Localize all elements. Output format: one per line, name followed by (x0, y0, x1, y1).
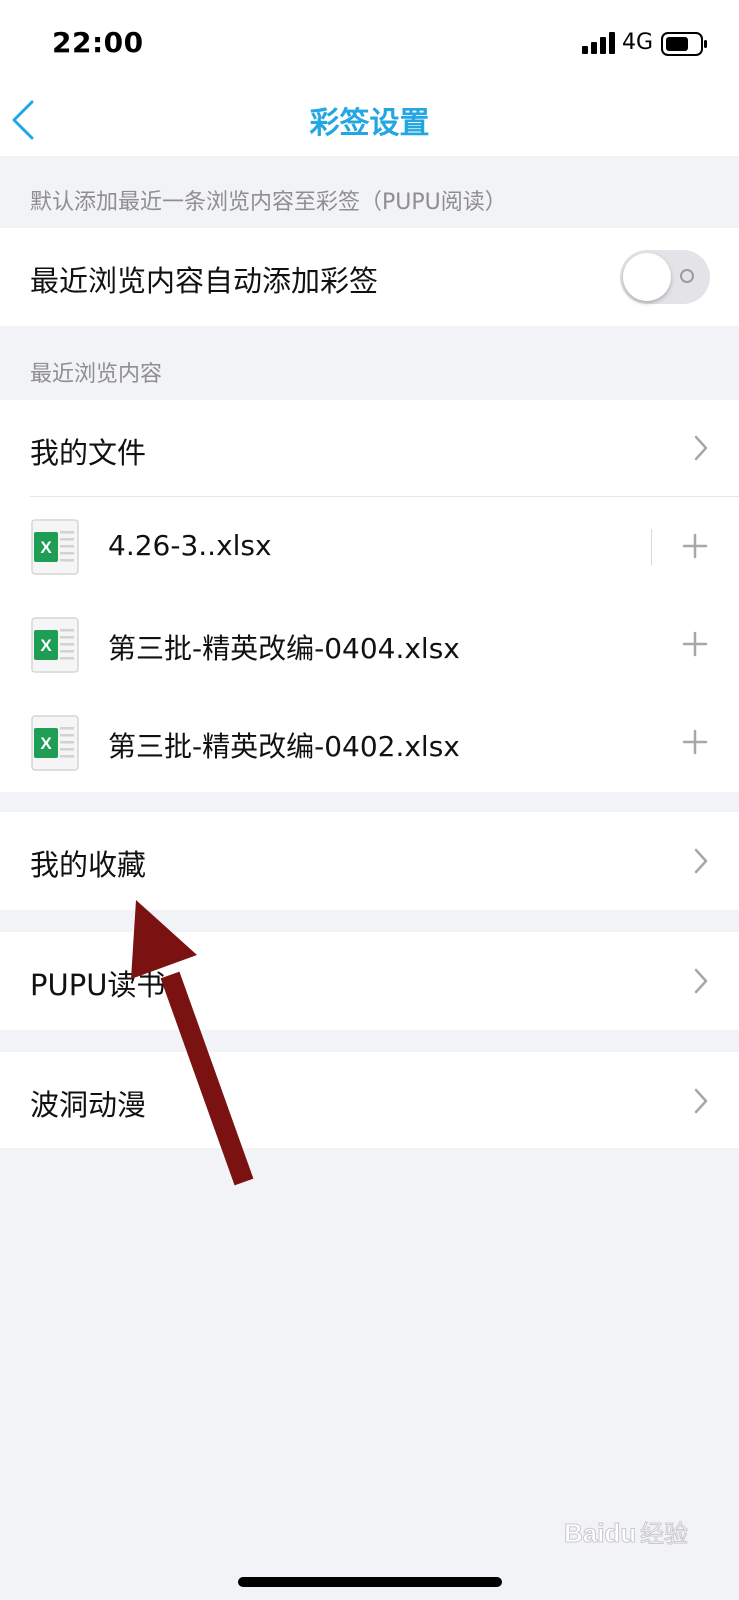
recent-caption: 最近浏览内容 (30, 362, 163, 387)
auto-add-cell: 最近浏览内容自动添加彩签 (0, 228, 739, 326)
bodong-anime-label: 波洞动漫 (30, 1088, 147, 1122)
my-files-row[interactable]: 我的文件 (0, 400, 739, 496)
plus-icon[interactable] (680, 629, 710, 659)
bodong-anime-row[interactable]: 波洞动漫 (0, 1052, 739, 1148)
svg-text:Baidu: Baidu (564, 1518, 636, 1548)
svg-text:X: X (40, 734, 52, 753)
battery-icon (661, 32, 707, 56)
svg-text:经验: 经验 (640, 1520, 688, 1548)
auto-add-caption: 默认添加最近一条浏览内容至彩签（PUPU阅读） (30, 190, 507, 215)
plus-icon[interactable] (680, 727, 710, 757)
toggle-knob (623, 253, 671, 301)
status-time: 22:00 (52, 26, 144, 59)
toggle-off-indicator (680, 269, 694, 283)
excel-file-icon: X (31, 519, 79, 575)
file-row[interactable]: X 第三批-精英改编-0402.xlsx (0, 693, 739, 791)
my-files-label: 我的文件 (30, 436, 147, 470)
pupu-reading-row[interactable]: PUPU读书 (0, 932, 739, 1030)
my-favorites-row[interactable]: 我的收藏 (0, 812, 739, 910)
file-row[interactable]: X 第三批-精英改编-0404.xlsx (0, 595, 739, 693)
network-label: 4G (622, 30, 654, 55)
file-name: 第三批-精英改编-0402.xlsx (108, 730, 460, 763)
my-favorites-label: 我的收藏 (30, 848, 147, 882)
chevron-right-icon (694, 968, 708, 994)
excel-file-icon: X (31, 715, 79, 771)
signal-icon (582, 32, 615, 54)
excel-file-icon: X (31, 617, 79, 673)
file-name: 第三批-精英改编-0404.xlsx (108, 632, 460, 665)
auto-add-label: 最近浏览内容自动添加彩签 (30, 264, 379, 298)
file-row[interactable]: X 4.26-3..xlsx (0, 497, 739, 595)
page-title: 彩签设置 (309, 106, 430, 141)
my-files-group: 我的文件 X 4.26-3..xlsx X 第三批-精英改编-0404.xlsx… (0, 400, 739, 792)
watermark-logo: Baidu 经验 (564, 1518, 689, 1549)
pupu-reading-label: PUPU读书 (30, 968, 166, 1002)
auto-add-toggle[interactable] (620, 250, 710, 304)
svg-text:X: X (40, 636, 52, 655)
nav-bar: 彩签设置 (0, 84, 739, 156)
file-name: 4.26-3..xlsx (108, 529, 272, 562)
svg-text:X: X (40, 538, 52, 557)
home-indicator (238, 1577, 502, 1587)
chevron-right-icon (694, 1088, 708, 1114)
row-separator (651, 529, 652, 565)
chevron-right-icon (694, 435, 708, 461)
status-bar: 22:00 4G (0, 0, 739, 84)
chevron-right-icon (694, 848, 708, 874)
plus-icon[interactable] (680, 531, 710, 561)
